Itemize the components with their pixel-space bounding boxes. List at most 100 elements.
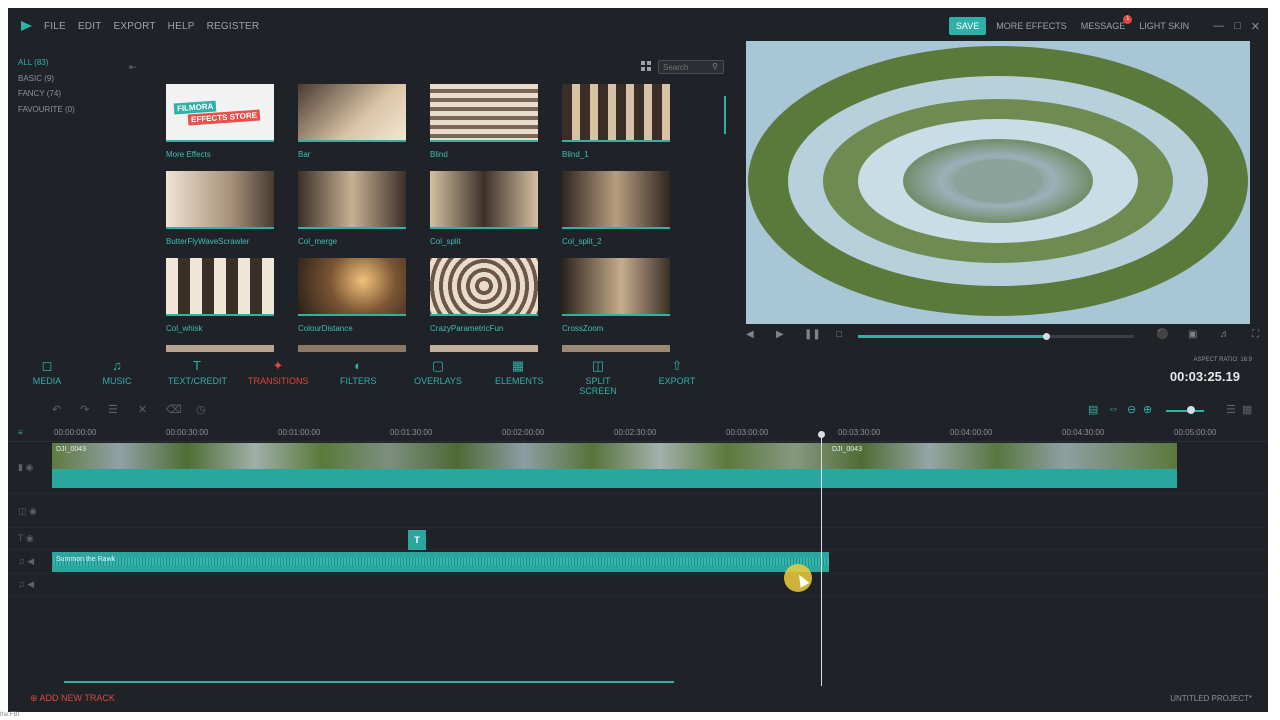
light-skin-link[interactable]: LIGHT SKIN xyxy=(1139,21,1189,31)
effect-tile-blind[interactable]: Blind xyxy=(430,84,538,159)
playback-knob[interactable] xyxy=(1042,333,1050,340)
menu-export[interactable]: EXPORT xyxy=(114,21,156,32)
player-controls: ◀ ▶ ❚❚ □ ⚫ ▣ ♬ ⛶ xyxy=(746,324,1268,348)
audio-waveform xyxy=(52,558,829,566)
export-icon: ⇧ xyxy=(671,358,683,373)
video-clip-label: DJI_0043 xyxy=(56,446,86,453)
zoom-knob[interactable] xyxy=(1187,406,1195,414)
tool-label: TEXT/CREDIT xyxy=(168,376,228,386)
delete-icon[interactable]: ⌫ xyxy=(166,403,182,416)
effect-tile-bar[interactable]: Bar xyxy=(298,84,406,159)
project-name: UNTITLED PROJECT* xyxy=(1170,694,1252,703)
effect-tile-col-split-2[interactable]: Col_split_2 xyxy=(562,171,670,246)
grid-view-icon[interactable] xyxy=(641,61,652,72)
tool-export[interactable]: ⇧ EXPORT xyxy=(658,356,696,386)
menu-register[interactable]: REGISTER xyxy=(207,21,260,32)
menu-edit[interactable]: EDIT xyxy=(78,21,102,32)
playback-progress[interactable] xyxy=(858,333,1134,340)
zoom-in-icon[interactable]: ⊕ xyxy=(1143,403,1152,416)
audio-clip[interactable]: Summon the Rawk xyxy=(52,552,829,572)
ruler-snap-icon[interactable]: ≡ xyxy=(18,428,23,437)
tool-filters[interactable]: ◐ FILTERS xyxy=(340,356,376,386)
tool-label: TRANSITIONS xyxy=(248,376,309,386)
category-favourite[interactable]: FAVOURITE (0) xyxy=(18,102,148,118)
tool-overlays[interactable]: ▢ OVERLAYS xyxy=(414,356,462,386)
effect-tile-col-split[interactable]: Col_split xyxy=(430,171,538,246)
save-button[interactable]: SAVE xyxy=(948,17,987,35)
tool-media[interactable]: ◻ MEDIA xyxy=(32,356,62,386)
stop-icon[interactable]: □ xyxy=(836,329,842,340)
tool-label: ELEMENTS xyxy=(495,376,544,386)
collapse-panel-icon[interactable]: ⇤ xyxy=(129,62,137,73)
volume-icon[interactable]: ♬ xyxy=(1220,329,1230,340)
effect-thumbnail xyxy=(430,171,538,229)
tool-label: SPLIT SCREEN xyxy=(579,376,617,396)
timeline-ruler[interactable]: ≡ 00:00:00:00 00:00:30:00 00:01:00:00 00… xyxy=(8,424,1268,442)
effect-tile-cross-zoom[interactable]: CrossZoom xyxy=(562,258,670,333)
category-panel: ALL (83) BASIC (9) FANCY (74) FAVOURITE … xyxy=(8,44,148,354)
speed-icon[interactable]: ◷ xyxy=(196,403,206,416)
ruler-tick-label: 00:04:00:00 xyxy=(950,428,993,437)
tool-music[interactable]: ♫ MUSIC xyxy=(102,356,132,386)
fullscreen-icon[interactable]: ⛶ xyxy=(1252,329,1259,340)
filter-icon: ◐ xyxy=(354,358,362,373)
list-view-icon[interactable]: ☰ xyxy=(1226,403,1236,416)
effect-thumbnail xyxy=(298,171,406,229)
preview-viewer xyxy=(746,41,1250,324)
zoom-out-icon[interactable]: ⊖ xyxy=(1127,403,1136,416)
effect-tile-crazy-parametric[interactable]: CrazyParametricFun xyxy=(430,258,538,333)
redo-icon[interactable]: ↷ xyxy=(80,403,89,416)
mic-icon[interactable]: ⚫ xyxy=(1156,329,1168,340)
ruler-tick-label: 00:02:00:00 xyxy=(502,428,545,437)
zoom-slider[interactable] xyxy=(1166,410,1204,412)
fit-icon[interactable]: ⇔ xyxy=(1108,403,1119,415)
snapshot-icon[interactable]: ▣ xyxy=(1188,329,1197,340)
ruler-tick-label: 00:03:00:00 xyxy=(726,428,769,437)
undo-icon[interactable]: ↶ xyxy=(52,403,61,416)
tool-split-screen[interactable]: ◫ SPLIT SCREEN xyxy=(568,356,628,396)
video-track-icon: ▮ ◉ xyxy=(18,462,34,472)
playhead[interactable] xyxy=(821,432,822,686)
effect-thumbnail xyxy=(166,171,274,229)
tool-transitions[interactable]: ✦ TRANSITIONS xyxy=(248,356,309,386)
tool-elements[interactable]: ▦ ELEMENTS xyxy=(495,356,544,386)
close-icon[interactable]: ✕ xyxy=(1251,20,1260,33)
playhead-handle[interactable] xyxy=(818,431,825,438)
timeline-scrollbar[interactable] xyxy=(64,681,674,683)
ruler-tick-label: 00:00:30:00 xyxy=(166,428,209,437)
video-filmstrip xyxy=(52,443,1177,469)
effect-tile-col-merge[interactable]: Col_merge xyxy=(298,171,406,246)
tool-text-credit[interactable]: T TEXT/CREDIT xyxy=(168,356,228,386)
more-effects-link[interactable]: MORE EFFECTS xyxy=(996,21,1067,31)
tool-label: EXPORT xyxy=(658,376,696,386)
pause-icon[interactable]: ❚❚ xyxy=(804,329,821,340)
effect-label: Col_split xyxy=(430,237,461,246)
ruler-tick-label: 00:00:00:00 xyxy=(54,428,97,437)
cut-icon[interactable]: ✕ xyxy=(138,403,147,416)
minimize-icon[interactable]: — xyxy=(1213,20,1224,32)
audio-mixer-icon[interactable]: ▤ xyxy=(1088,403,1098,416)
desktop-corner-label: the FBI xyxy=(0,712,20,718)
grid-scrollbar[interactable] xyxy=(724,96,726,134)
maximize-icon[interactable]: □ xyxy=(1234,20,1241,32)
effect-tile-colour-distance[interactable]: ColourDistance xyxy=(298,258,406,333)
next-frame-icon[interactable]: ▶ xyxy=(776,329,784,340)
menu-help[interactable]: HELP xyxy=(168,21,195,32)
search-icon[interactable]: ⚲ xyxy=(712,62,718,71)
grid-icon[interactable]: ▦ xyxy=(1242,403,1252,416)
effect-tile-col-whisk[interactable]: Col_whisk xyxy=(166,258,274,333)
effect-tile-more-effects[interactable]: FILMORA EFFECTS STORE More Effects xyxy=(166,84,274,159)
text-clip[interactable]: T xyxy=(408,530,426,550)
video-track: ▮ ◉ DJI_0043 DJI_0043 xyxy=(8,442,1268,494)
video-clip[interactable]: DJI_0043 DJI_0043 xyxy=(52,443,1177,488)
category-fancy[interactable]: FANCY (74) xyxy=(18,86,148,102)
menu-file[interactable]: FILE xyxy=(44,21,66,32)
add-track-button[interactable]: ⊕ ADD NEW TRACK xyxy=(30,693,115,704)
settings-list-icon[interactable]: ☰ xyxy=(108,403,118,416)
effect-tile-blind-1[interactable]: Blind_1 xyxy=(562,84,670,159)
ruler-tick-label: 00:05:00:00 xyxy=(1174,428,1217,437)
prev-frame-icon[interactable]: ◀ xyxy=(746,329,754,340)
effect-label: Blind_1 xyxy=(562,150,589,159)
effect-tile-butterfly[interactable]: ButterFlyWaveScrawler xyxy=(166,171,274,246)
message-link[interactable]: MESSAGE 1 xyxy=(1081,15,1133,31)
